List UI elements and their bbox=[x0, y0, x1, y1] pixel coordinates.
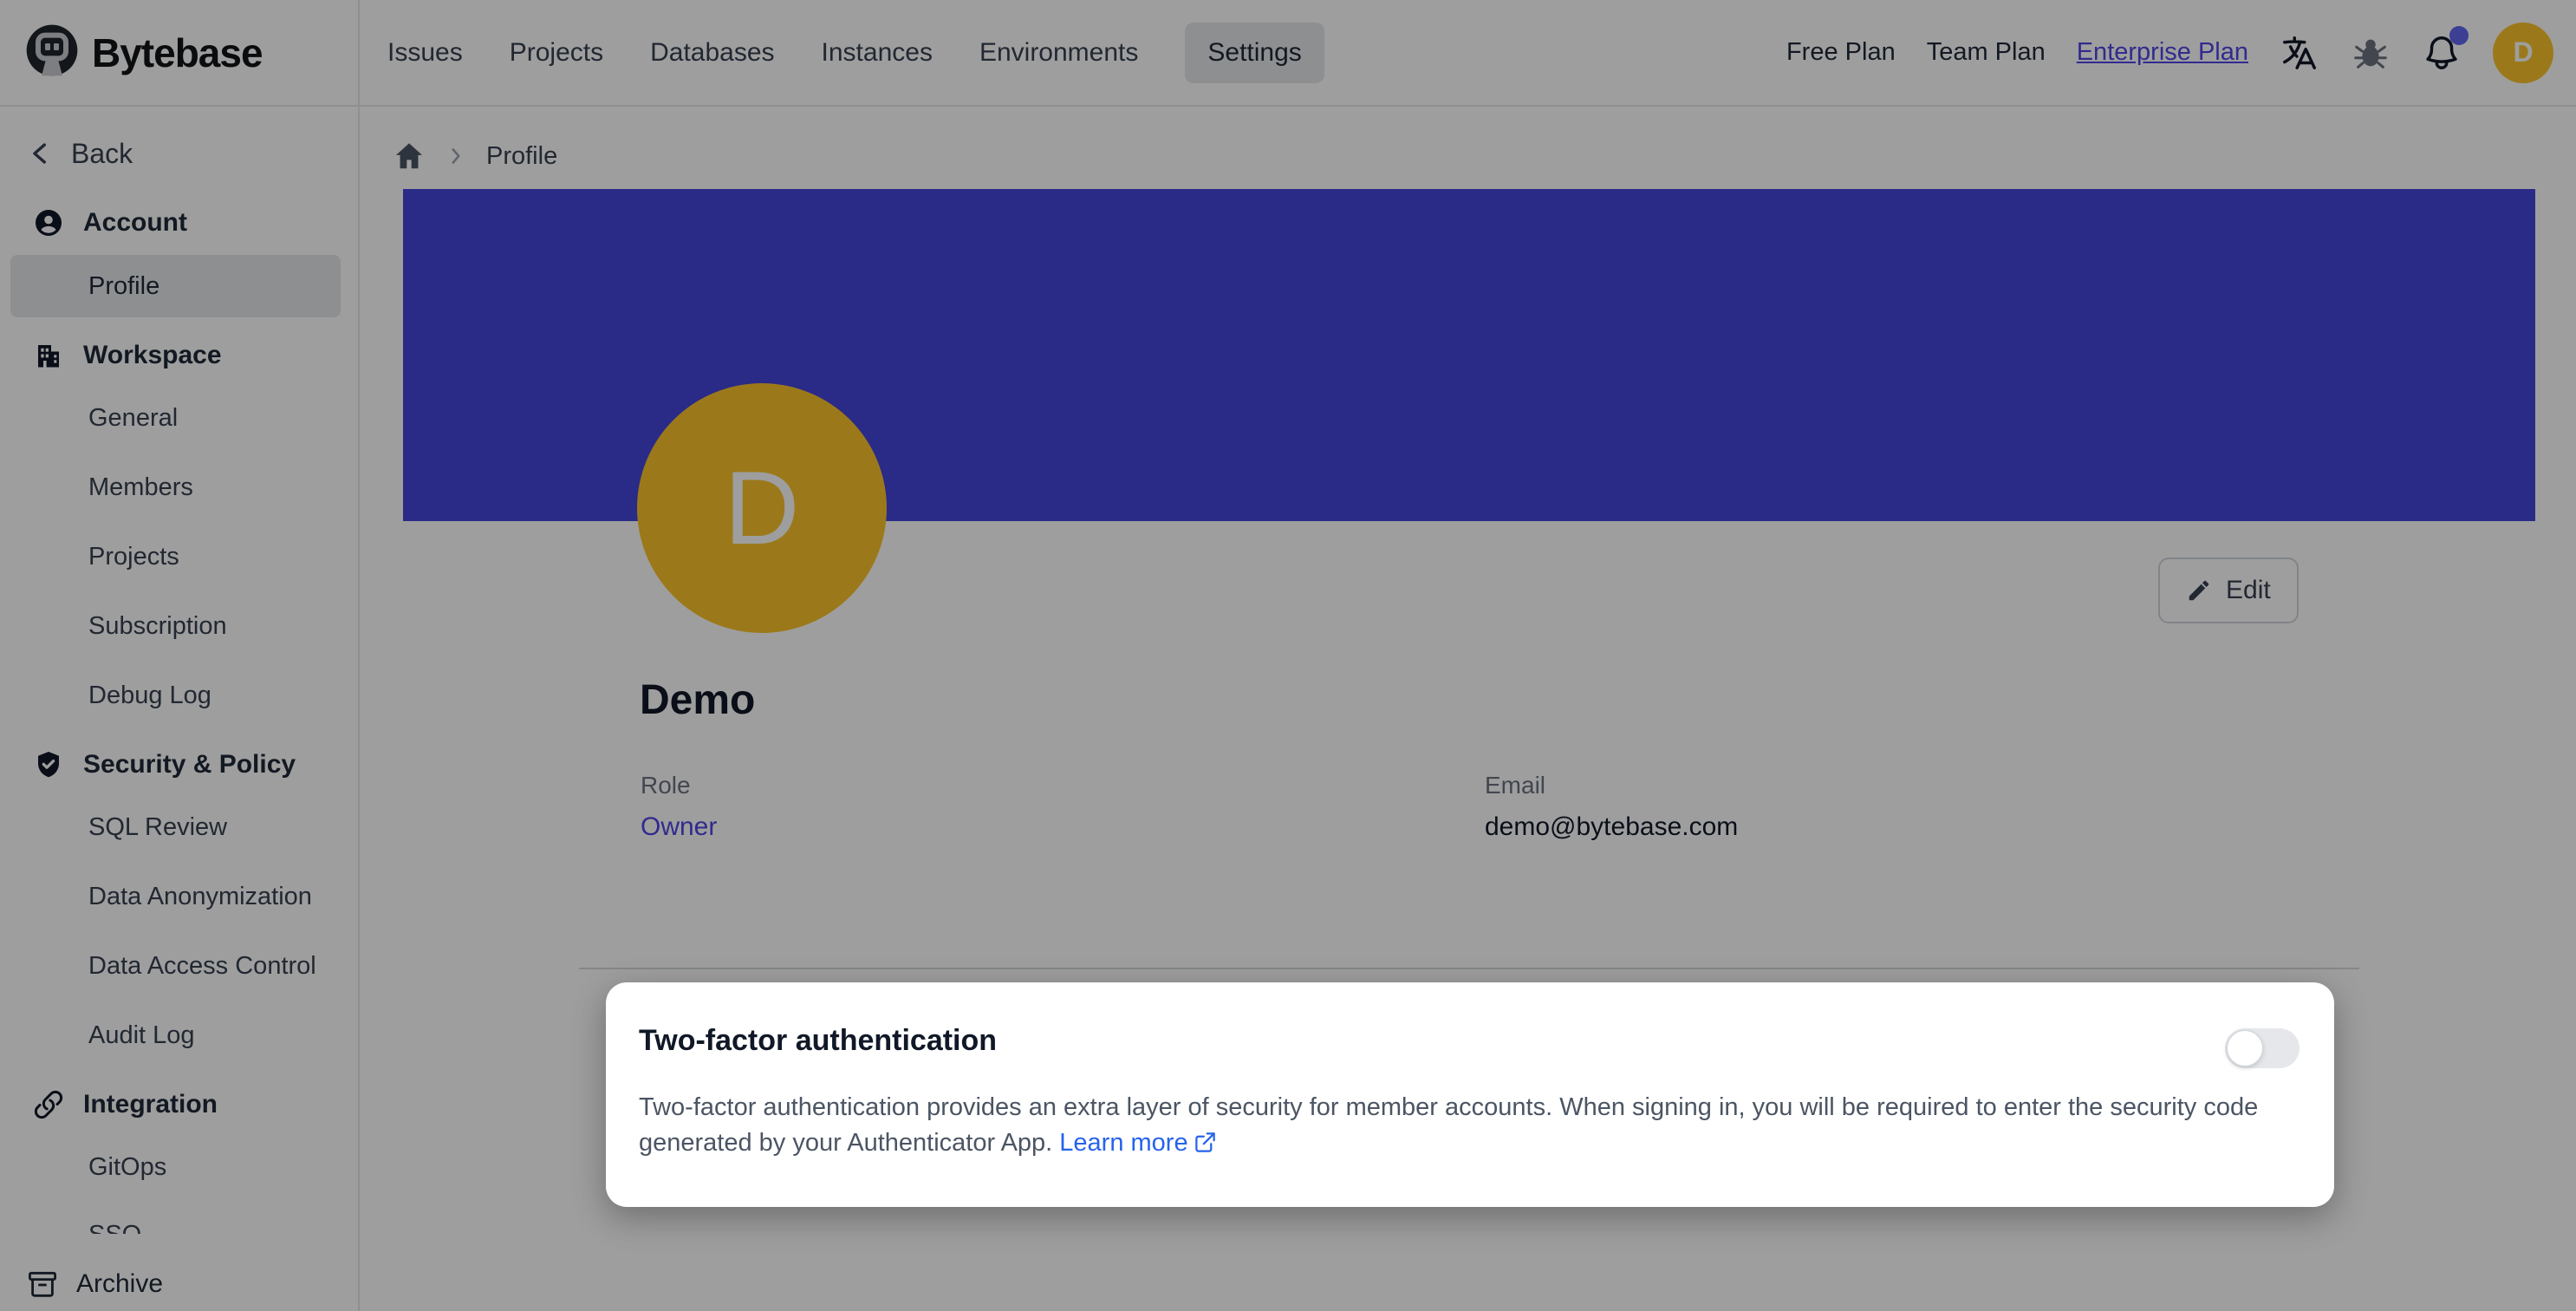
external-link-icon bbox=[1194, 1129, 1217, 1152]
two-factor-auth-description: Two-factor authentication provides an ex… bbox=[639, 1090, 2312, 1161]
learn-more-link[interactable]: Learn more bbox=[1059, 1129, 1187, 1157]
two-factor-auth-title: Two-factor authentication bbox=[639, 1024, 997, 1058]
two-factor-auth-card: Two-factor authentication Two-factor aut… bbox=[606, 982, 2334, 1207]
two-factor-auth-toggle[interactable] bbox=[2225, 1028, 2300, 1068]
toggle-knob bbox=[2227, 1030, 2263, 1066]
two-factor-auth-description-text: Two-factor authentication provides an ex… bbox=[639, 1093, 2258, 1157]
bytebase-app: Bytebase Issues Projects Databases Insta… bbox=[0, 0, 2576, 1311]
